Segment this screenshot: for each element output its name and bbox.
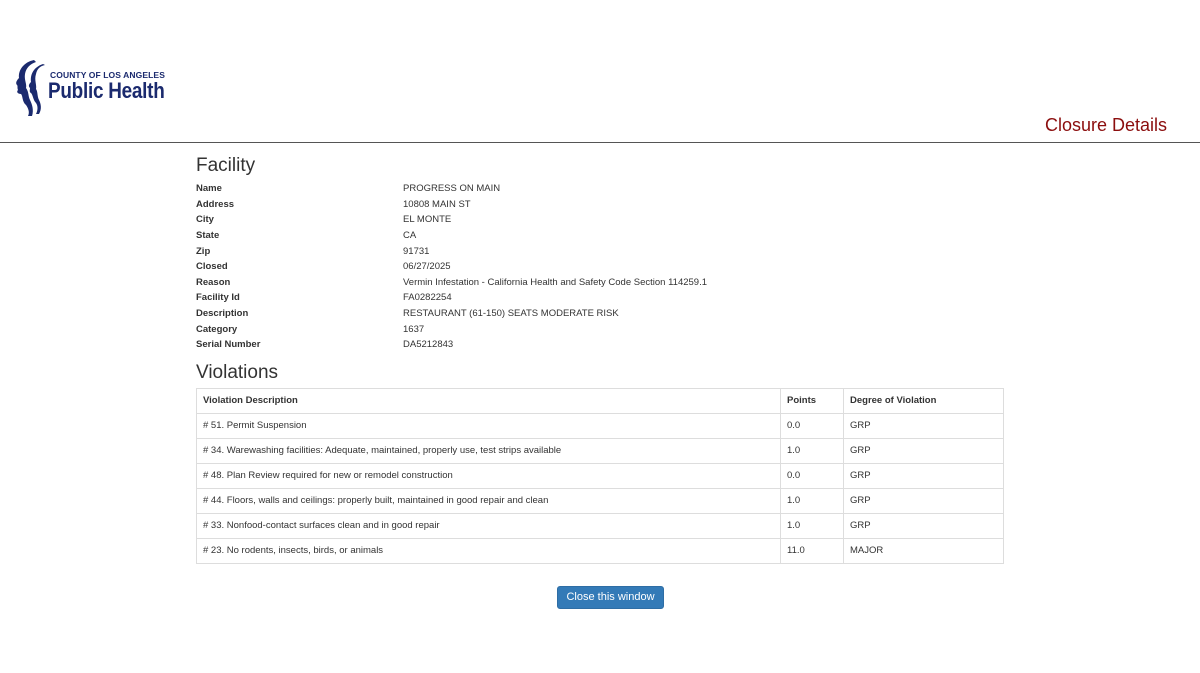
column-header-degree: Degree of Violation xyxy=(850,395,937,407)
field-label: Description xyxy=(196,308,249,320)
facility-row-description: Description RESTAURANT (61-150) SEATS MOD… xyxy=(196,306,1002,322)
field-value: PROGRESS ON MAIN xyxy=(403,183,501,194)
violation-points: 1.0 xyxy=(781,439,844,464)
facility-row-serial-number: Serial Number DA5212843 xyxy=(196,337,1002,353)
field-value: EL MONTE xyxy=(403,214,452,226)
facility-heading: Facility xyxy=(196,155,256,176)
field-label: Reason xyxy=(196,276,231,288)
field-label: Facility Id xyxy=(196,292,240,304)
table-row: # 34. Warewashing facilities: Adequate, … xyxy=(197,438,1003,464)
facility-row-zip: Zip 91731 xyxy=(196,244,1002,260)
field-value: DA5212843 xyxy=(403,339,454,351)
violation-points: 11.0 xyxy=(781,539,844,564)
field-label: Name xyxy=(196,183,222,194)
page-header: COUNTY OF LOS ANGELES Public Health Clos… xyxy=(0,0,1200,143)
violation-description: # 51. Permit Suspension xyxy=(197,414,781,439)
main-content: Facility Name PROGRESS ON MAIN Address 108… xyxy=(196,154,1004,565)
table-row: # 23. No rodents, insects, birds, or ani… xyxy=(197,538,1003,564)
facility-details: Name PROGRESS ON MAIN Address 10808 MAIN S… xyxy=(196,181,1002,353)
field-value: 10808 MAIN ST xyxy=(403,198,471,210)
field-value: RESTAURANT (61-150) SEATS MODERATE RISK xyxy=(403,308,619,320)
table-row: # 33. Nonfood-contact surfaces clean and… xyxy=(197,513,1003,539)
column-header-points: Points xyxy=(781,389,844,414)
field-value: CA xyxy=(403,229,417,241)
violation-degree: GRP xyxy=(850,470,871,482)
page-title: Closure Details xyxy=(1044,115,1167,135)
facility-row-category: Category 1637 xyxy=(196,322,1002,338)
field-value: 06/27/2025 xyxy=(403,261,451,273)
field-value: FA0282254 xyxy=(403,292,452,304)
table-header-row: Violation Description Points Degree of V… xyxy=(197,389,1003,414)
violation-description: # 23. No rodents, insects, birds, or ani… xyxy=(197,539,781,564)
field-label: State xyxy=(196,229,220,241)
violation-description: # 48. Plan Review required for new or re… xyxy=(197,464,781,489)
violations-table: Violation Description Points Degree of V… xyxy=(196,388,1004,565)
field-label: Closed xyxy=(196,261,228,273)
facility-row-closed: Closed 06/27/2025 xyxy=(196,259,1002,275)
violation-description: # 44. Floors, walls and ceilings: proper… xyxy=(197,489,781,514)
violation-points: 0.0 xyxy=(781,414,844,439)
profile-silhouettes-icon xyxy=(16,60,45,116)
violations-heading: Violations xyxy=(196,362,279,384)
violation-points: 1.0 xyxy=(781,489,844,514)
logo-main-text: Public Health xyxy=(48,78,165,103)
facility-row-facility-id: Facility Id FA0282254 xyxy=(196,290,1002,306)
violation-degree: GRP xyxy=(850,420,871,432)
field-label: Zip xyxy=(196,245,211,257)
field-value: 91731 xyxy=(403,245,430,257)
table-row: # 48. Plan Review required for new or re… xyxy=(197,463,1003,489)
facility-row-reason: Reason Vermin Infestation - California He… xyxy=(196,275,1002,291)
table-row: # 51. Permit Suspension 0.0 GRP xyxy=(197,413,1003,439)
violation-degree: GRP xyxy=(850,445,871,457)
violation-description: # 33. Nonfood-contact surfaces clean and… xyxy=(197,514,781,539)
column-header-description: Violation Description xyxy=(197,389,781,414)
field-label: Address xyxy=(196,198,235,210)
violation-points: 0.0 xyxy=(781,464,844,489)
public-health-logo: COUNTY OF LOS ANGELES Public Health xyxy=(12,58,182,120)
violation-degree: MAJOR xyxy=(850,545,884,557)
violation-description: # 34. Warewashing facilities: Adequate, … xyxy=(197,439,781,464)
table-row: # 44. Floors, walls and ceilings: proper… xyxy=(197,488,1003,514)
facility-row-city: City EL MONTE xyxy=(196,212,1002,228)
field-label: City xyxy=(196,214,214,226)
violation-degree: GRP xyxy=(850,495,871,507)
facility-row-name: Name PROGRESS ON MAIN xyxy=(196,181,1002,197)
facility-row-address: Address 10808 MAIN ST xyxy=(196,197,1002,213)
facility-row-state: State CA xyxy=(196,228,1002,244)
violation-points: 1.0 xyxy=(781,514,844,539)
close-window-button[interactable]: Close this window xyxy=(557,586,664,609)
field-label: Category xyxy=(196,323,238,335)
field-value: 1637 xyxy=(403,323,425,335)
violation-degree: GRP xyxy=(850,520,871,532)
field-label: Serial Number xyxy=(196,339,261,351)
field-value: Vermin Infestation - California Health a… xyxy=(403,276,708,288)
